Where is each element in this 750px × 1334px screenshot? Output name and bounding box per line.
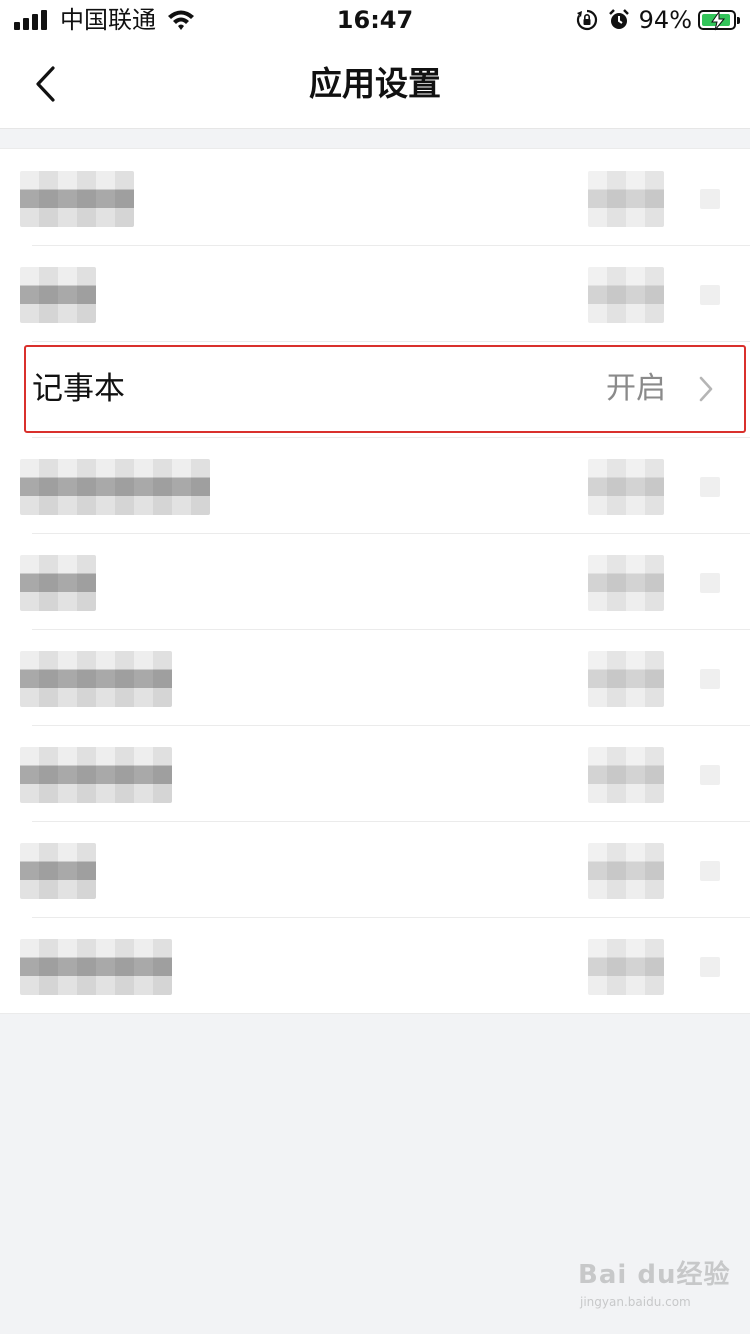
- settings-list: 记事本 开启: [0, 148, 750, 1014]
- watermark-brand: Bai du经验: [578, 1260, 731, 1290]
- list-item[interactable]: [0, 533, 750, 629]
- list-item-value: 开启: [606, 371, 666, 406]
- blurred-chevron: [700, 957, 720, 977]
- blurred-chevron: [700, 669, 720, 689]
- blurred-value: [588, 171, 664, 227]
- blurred-chevron: [700, 861, 720, 881]
- blurred-label: [20, 555, 96, 611]
- battery-percent: 94%: [638, 6, 692, 34]
- blurred-value: [588, 267, 664, 323]
- list-item[interactable]: [0, 245, 750, 341]
- blurred-value: [588, 843, 664, 899]
- list-item[interactable]: [0, 821, 750, 917]
- blurred-chevron: [700, 573, 720, 593]
- blurred-label: [20, 843, 96, 899]
- blurred-label: [20, 267, 96, 323]
- blurred-value: [588, 651, 664, 707]
- blurred-label: [20, 747, 172, 803]
- nav-bar: 应用设置: [0, 40, 750, 129]
- orientation-lock-icon: [576, 9, 597, 31]
- status-bar: 中国联通 16:47 94%: [0, 0, 750, 40]
- list-item[interactable]: [0, 437, 750, 533]
- blurred-chevron: [700, 189, 720, 209]
- blurred-chevron: [700, 285, 720, 305]
- status-bar-right: 94%: [575, 6, 740, 34]
- blurred-label: [20, 651, 172, 707]
- battery-charging-icon: [698, 10, 740, 31]
- blurred-value: [588, 939, 664, 995]
- alarm-icon: [608, 9, 629, 29]
- list-item[interactable]: [0, 149, 750, 245]
- list-item[interactable]: [0, 725, 750, 821]
- list-item[interactable]: [0, 629, 750, 725]
- list-item[interactable]: [0, 917, 750, 1013]
- blurred-chevron: [700, 477, 720, 497]
- watermark-url: jingyan.baidu.com: [580, 1295, 691, 1309]
- charging-bolt-icon: [711, 11, 726, 31]
- list-item-label: 记事本: [32, 371, 125, 407]
- blurred-value: [588, 555, 664, 611]
- baidu-jingyan-watermark: Bai du经验 jingyan.baidu.com: [578, 1258, 748, 1318]
- blurred-value: [588, 459, 664, 515]
- page-title: 应用设置: [309, 64, 441, 103]
- chevron-right-icon: [699, 376, 713, 402]
- blurred-value: [588, 747, 664, 803]
- blurred-label: [20, 939, 172, 995]
- blurred-chevron: [700, 765, 720, 785]
- blurred-label: [20, 171, 134, 227]
- list-item-notepad[interactable]: 记事本 开启: [0, 341, 750, 437]
- blurred-label: [20, 459, 210, 515]
